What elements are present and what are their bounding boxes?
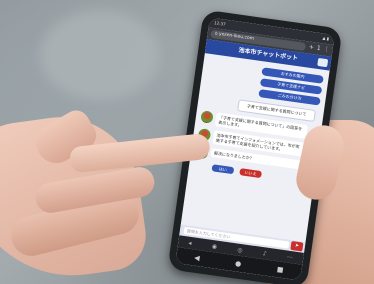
- menu-icon[interactable]: ⋮: [323, 46, 330, 55]
- yes-button[interactable]: はい: [211, 164, 235, 175]
- circle-icon[interactable]: ◉: [211, 242, 217, 250]
- more-icon[interactable]: ⋯: [287, 253, 294, 261]
- circle-icon[interactable]: ◎: [237, 246, 243, 254]
- background-blur: [40, 10, 160, 100]
- recents-icon[interactable]: ■: [276, 265, 284, 274]
- home-icon[interactable]: ●: [235, 259, 242, 268]
- header-menu-button[interactable]: [317, 57, 329, 68]
- bot-avatar: [200, 110, 214, 124]
- status-time: 12:37: [213, 20, 226, 27]
- send-icon[interactable]: ➤: [290, 240, 304, 252]
- no-button[interactable]: いいえ: [239, 168, 262, 179]
- back-arrow-icon[interactable]: ◂: [188, 239, 192, 246]
- tiktok-icon[interactable]: ♪: [262, 250, 267, 257]
- status-icons: ▲ ▮: [322, 35, 330, 42]
- tab-count[interactable]: 1: [316, 45, 321, 53]
- photo-scene: 12:37 ▲ ▮ ⌂ yozen-ikeu.com + 1 ⋮ 池本市チャット…: [0, 0, 374, 284]
- new-tab-icon[interactable]: +: [308, 44, 314, 53]
- back-icon[interactable]: ◀: [194, 254, 200, 263]
